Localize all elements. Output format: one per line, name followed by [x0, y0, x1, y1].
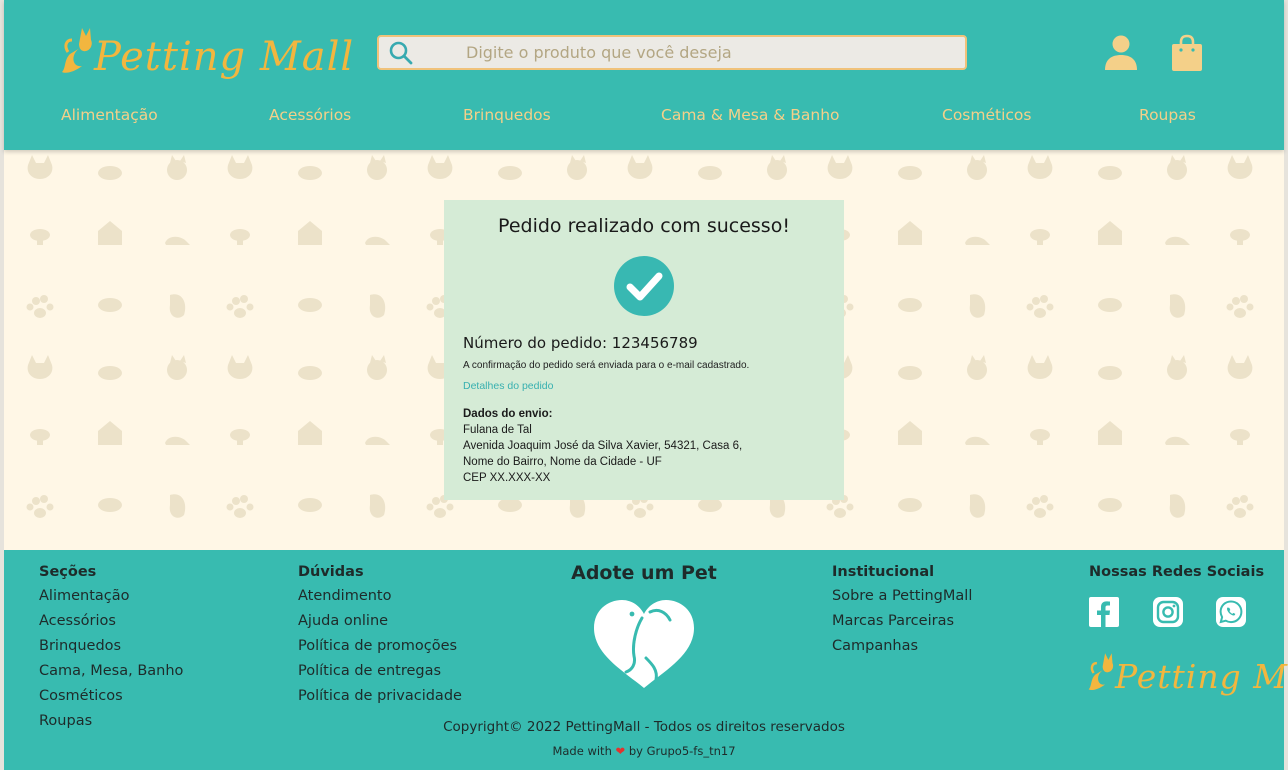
- made-with-prefix: Made with: [552, 744, 612, 758]
- footer-link-ajuda-online[interactable]: Ajuda online: [298, 609, 462, 634]
- footer-secoes-title: Seções: [39, 564, 97, 580]
- category-nav: Alimentação Acessórios Brinquedos Cama &…: [4, 106, 1284, 128]
- success-title: Pedido realizado com sucesso!: [498, 215, 790, 237]
- footer-link-alimentacao[interactable]: Alimentação: [39, 584, 183, 609]
- made-with-credit: Made with ❤ by Grupo5-fs_tn17: [4, 744, 1284, 758]
- copyright-text: Copyright© 2022 PettingMall - Todos os d…: [443, 719, 845, 735]
- order-number: Número do pedido: 123456789: [463, 334, 698, 352]
- footer-link-sobre[interactable]: Sobre a PettingMall: [832, 584, 972, 609]
- footer-link-atendimento[interactable]: Atendimento: [298, 584, 462, 609]
- nav-alimentacao[interactable]: Alimentação: [61, 106, 158, 124]
- instagram-icon[interactable]: [1153, 597, 1183, 627]
- site-header: Petting Mall Alimentação Acessórios Brin…: [4, 0, 1284, 150]
- user-icon[interactable]: [1102, 34, 1140, 70]
- nav-cama-mesa-banho[interactable]: Cama & Mesa & Banho: [661, 106, 840, 124]
- main-content: Pedido realizado com sucesso! Número do …: [4, 150, 1284, 550]
- footer-institucional-title: Institucional: [832, 564, 935, 580]
- footer-link-marcas-parceiras[interactable]: Marcas Parceiras: [832, 609, 972, 634]
- cat-logo-icon: [62, 28, 92, 73]
- adopt-pet-heart-icon[interactable]: [592, 598, 696, 690]
- shipping-name: Fulana de Tal: [463, 424, 532, 436]
- footer-link-politica-privacidade[interactable]: Política de privacidade: [298, 684, 462, 709]
- site-footer: Seções Alimentação Acessórios Brinquedos…: [4, 550, 1288, 770]
- site-logo[interactable]: Petting Mall: [60, 22, 354, 80]
- nav-brinquedos[interactable]: Brinquedos: [463, 106, 551, 124]
- footer-link-campanhas[interactable]: Campanhas: [832, 634, 972, 659]
- order-confirmation-card: Pedido realizado com sucesso! Número do …: [444, 200, 844, 500]
- shipping-address-line-2: Nome do Bairro, Nome da Cidade - UF: [463, 456, 662, 468]
- shipping-address-line-1: Avenida Joaquim José da Silva Xavier, 54…: [463, 440, 743, 452]
- footer-link-brinquedos[interactable]: Brinquedos: [39, 634, 183, 659]
- footer-link-cosmeticos[interactable]: Cosméticos: [39, 684, 183, 709]
- footer-logo[interactable]: Petting Mall: [1087, 646, 1288, 696]
- page: Petting Mall Alimentação Acessórios Brin…: [4, 0, 1288, 770]
- footer-cat-logo-icon: [1088, 653, 1114, 691]
- nav-acessorios[interactable]: Acessórios: [269, 106, 351, 124]
- footer-link-acessorios[interactable]: Acessórios: [39, 609, 183, 634]
- search-input[interactable]: [466, 43, 965, 62]
- footer-logo-text: Petting Mall: [1115, 657, 1288, 696]
- confirmation-note: A confirmação do pedido será enviada par…: [463, 360, 750, 371]
- footer-duvidas-title: Dúvidas: [298, 564, 364, 580]
- search-bar[interactable]: [377, 35, 967, 70]
- made-with-suffix: by Grupo5-fs_tn17: [628, 744, 736, 758]
- order-details-link[interactable]: Detalhes do pedido: [463, 380, 554, 392]
- facebook-icon[interactable]: [1089, 597, 1119, 627]
- heart-icon: ❤: [615, 744, 626, 758]
- nav-roupas[interactable]: Roupas: [1139, 106, 1196, 124]
- logo-text: Petting Mall: [94, 34, 355, 80]
- footer-redes-sociais: Nossas Redes Sociais: [1089, 564, 1264, 584]
- footer-secoes: Seções Alimentação Acessórios Brinquedos…: [39, 564, 183, 734]
- footer-link-politica-promocoes[interactable]: Política de promoções: [298, 634, 462, 659]
- search-icon[interactable]: [388, 40, 414, 66]
- check-circle-icon: [614, 256, 674, 316]
- footer-redes-title: Nossas Redes Sociais: [1089, 564, 1265, 580]
- footer-duvidas: Dúvidas Atendimento Ajuda online Polític…: [298, 564, 462, 709]
- footer-link-cama-mesa-banho[interactable]: Cama, Mesa, Banho: [39, 659, 183, 684]
- whatsapp-icon[interactable]: [1216, 597, 1246, 627]
- shipping-cep: CEP XX.XXX-XX: [463, 472, 551, 484]
- nav-cosmeticos[interactable]: Cosméticos: [942, 106, 1031, 124]
- footer-institucional: Institucional Sobre a PettingMall Marcas…: [832, 564, 972, 659]
- adote-title: Adote um Pet: [571, 562, 717, 584]
- shopping-bag-icon[interactable]: [1170, 34, 1204, 72]
- shipping-heading: Dados do envio:: [463, 408, 553, 420]
- footer-link-politica-entregas[interactable]: Política de entregas: [298, 659, 462, 684]
